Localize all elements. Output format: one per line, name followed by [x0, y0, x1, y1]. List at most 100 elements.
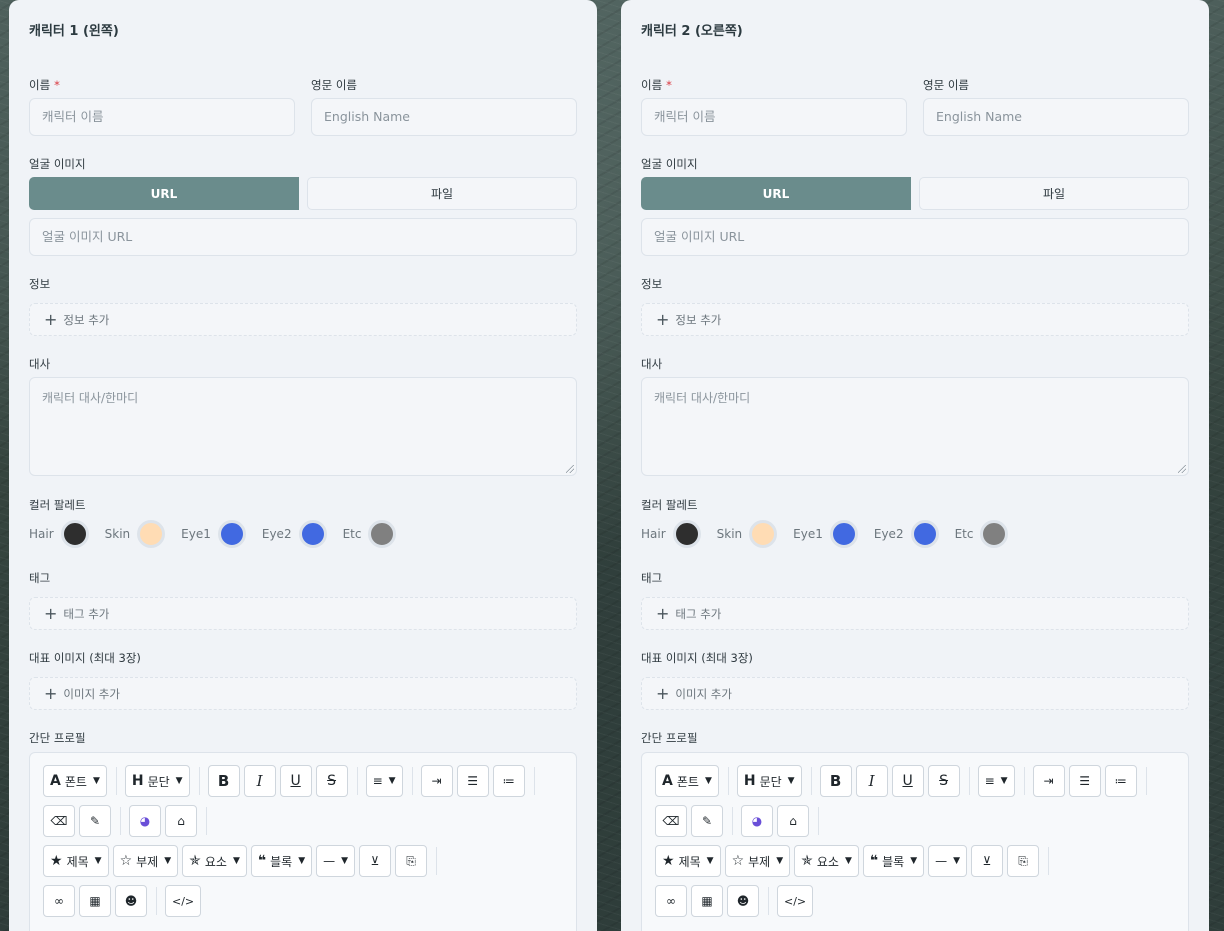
add-info-button[interactable]: + 정보 추가	[641, 303, 1189, 336]
link-icon[interactable]: ∞	[655, 885, 687, 917]
brush-icon[interactable]: ✎	[79, 805, 111, 837]
star-filled-icon: ★	[50, 853, 63, 869]
underline-icon[interactable]: U	[891, 765, 924, 797]
etc-color-swatch[interactable]	[980, 520, 1009, 548]
italic-icon[interactable]: I	[855, 765, 888, 797]
code-file-icon[interactable]: ⎘	[1007, 845, 1040, 877]
font-dropdown[interactable]: A 폰트 ▼	[43, 765, 107, 797]
bullet-list-icon[interactable]: ☰	[1068, 765, 1101, 797]
plus-icon: +	[44, 309, 58, 329]
resize-handle-icon[interactable]	[1178, 465, 1186, 473]
toolbar-row: ⌫ ✎ ◕ ⌂	[43, 805, 215, 837]
strikethrough-icon[interactable]: S	[927, 765, 960, 797]
file-tab[interactable]: 파일	[919, 177, 1189, 210]
palette-icon[interactable]: ◕	[741, 805, 773, 837]
url-tab[interactable]: URL	[641, 177, 911, 210]
toolbar-divider	[810, 767, 812, 795]
block-dropdown[interactable]: ❝ 블록 ▼	[862, 845, 925, 877]
resize-handle-icon[interactable]	[566, 465, 574, 473]
file-tab[interactable]: 파일	[307, 177, 577, 210]
block-dropdown[interactable]: ❝ 블록 ▼	[250, 845, 313, 877]
divider-dropdown[interactable]: — ▼	[928, 845, 968, 877]
eraser-icon[interactable]: ⌫	[43, 805, 75, 837]
eye1-color-swatch[interactable]	[829, 520, 858, 548]
bold-icon[interactable]: B	[819, 765, 852, 797]
eye2-color-swatch[interactable]	[910, 520, 939, 548]
underline-icon[interactable]: U	[279, 765, 312, 797]
code-file-icon[interactable]: ⎘	[395, 845, 428, 877]
align-dropdown[interactable]: ≡ ▼	[977, 765, 1015, 797]
fold-icon[interactable]: ⊻	[971, 845, 1004, 877]
toolbar-divider	[768, 887, 769, 915]
line-textarea[interactable]: 캐릭터 대사/한마디	[29, 377, 577, 476]
name-input[interactable]: 캐릭터 이름	[641, 98, 907, 136]
color-palette: Hair Skin Eye1 Eye2 Etc	[29, 518, 412, 550]
eraser-icon[interactable]: ⌫	[655, 805, 687, 837]
skin-color-swatch[interactable]	[749, 520, 778, 548]
toolbar-divider	[727, 767, 729, 795]
element-label: 요소	[204, 854, 227, 869]
numbered-list-icon[interactable]: ≔	[1104, 765, 1137, 797]
english-name-input[interactable]: English Name	[923, 98, 1189, 136]
fold-icon[interactable]: ⊻	[359, 845, 392, 877]
add-tag-button[interactable]: + 태그 추가	[29, 597, 577, 630]
divider-dropdown[interactable]: — ▼	[316, 845, 356, 877]
title-dropdown[interactable]: ★ 제목 ▼	[43, 845, 109, 877]
code-icon[interactable]: </>	[165, 885, 202, 917]
caret-down-icon: ▼	[164, 856, 172, 866]
line-textarea[interactable]: 캐릭터 대사/한마디	[641, 377, 1189, 476]
character-1-panel: 캐릭터 1 (왼쪽) 이름 * 영문 이름 캐릭터 이름 English Name…	[9, 0, 597, 931]
hair-color-swatch[interactable]	[60, 520, 89, 548]
font-dropdown[interactable]: A 폰트 ▼	[655, 765, 719, 797]
italic-icon[interactable]: I	[243, 765, 276, 797]
title-dropdown[interactable]: ★ 제목 ▼	[655, 845, 721, 877]
paragraph-dropdown[interactable]: H 문단 ▼	[736, 765, 802, 797]
horizontal-rule-icon: —	[935, 854, 948, 868]
face-image-url-input[interactable]: 얼굴 이미지 URL	[29, 218, 577, 256]
face-image-url-input[interactable]: 얼굴 이미지 URL	[641, 218, 1189, 256]
add-image-button[interactable]: + 이미지 추가	[641, 677, 1189, 710]
toolbar-divider	[120, 807, 121, 835]
numbered-list-icon[interactable]: ≔	[492, 765, 525, 797]
skin-color-swatch[interactable]	[137, 520, 166, 548]
element-dropdown[interactable]: ✯ 요소 ▼	[794, 845, 859, 877]
table-icon[interactable]: ▦	[691, 885, 723, 917]
add-tag-button[interactable]: + 태그 추가	[641, 597, 1189, 630]
quote-icon: ❝	[869, 853, 879, 869]
bullet-list-icon[interactable]: ☰	[456, 765, 489, 797]
emoji-icon[interactable]: ☻	[115, 885, 147, 917]
url-tab[interactable]: URL	[29, 177, 299, 210]
toolbar-divider	[411, 767, 413, 795]
eye2-color-swatch[interactable]	[298, 520, 327, 548]
name-input[interactable]: 캐릭터 이름	[29, 98, 295, 136]
highlight-icon[interactable]: ⌂	[165, 805, 197, 837]
tag-label: 태그	[29, 571, 51, 585]
indent-icon[interactable]: ⇥	[420, 765, 453, 797]
subtitle-dropdown[interactable]: ☆ 부제 ▼	[724, 845, 791, 877]
bold-icon[interactable]: B	[207, 765, 240, 797]
etc-color-swatch[interactable]	[368, 520, 397, 548]
table-icon[interactable]: ▦	[79, 885, 111, 917]
link-icon[interactable]: ∞	[43, 885, 75, 917]
brush-icon[interactable]: ✎	[691, 805, 723, 837]
align-dropdown[interactable]: ≡ ▼	[365, 765, 403, 797]
strikethrough-icon[interactable]: S	[315, 765, 348, 797]
line-placeholder: 캐릭터 대사/한마디	[654, 391, 751, 405]
subtitle-dropdown[interactable]: ☆ 부제 ▼	[112, 845, 179, 877]
emoji-icon[interactable]: ☻	[727, 885, 759, 917]
line-label: 대사	[641, 357, 663, 371]
eye1-color-swatch[interactable]	[217, 520, 246, 548]
highlight-icon[interactable]: ⌂	[777, 805, 809, 837]
palette-icon[interactable]: ◕	[129, 805, 161, 837]
english-name-input[interactable]: English Name	[311, 98, 577, 136]
paragraph-dropdown[interactable]: H 문단 ▼	[124, 765, 190, 797]
add-image-button[interactable]: + 이미지 추가	[29, 677, 577, 710]
face-image-label: 얼굴 이미지	[29, 157, 86, 171]
indent-icon[interactable]: ⇥	[1032, 765, 1065, 797]
add-info-button[interactable]: + 정보 추가	[29, 303, 577, 336]
title-label: 제목	[66, 854, 89, 869]
code-icon[interactable]: </>	[777, 885, 814, 917]
hair-color-swatch[interactable]	[672, 520, 701, 548]
caret-down-icon: ▼	[298, 856, 306, 866]
element-dropdown[interactable]: ✯ 요소 ▼	[182, 845, 247, 877]
